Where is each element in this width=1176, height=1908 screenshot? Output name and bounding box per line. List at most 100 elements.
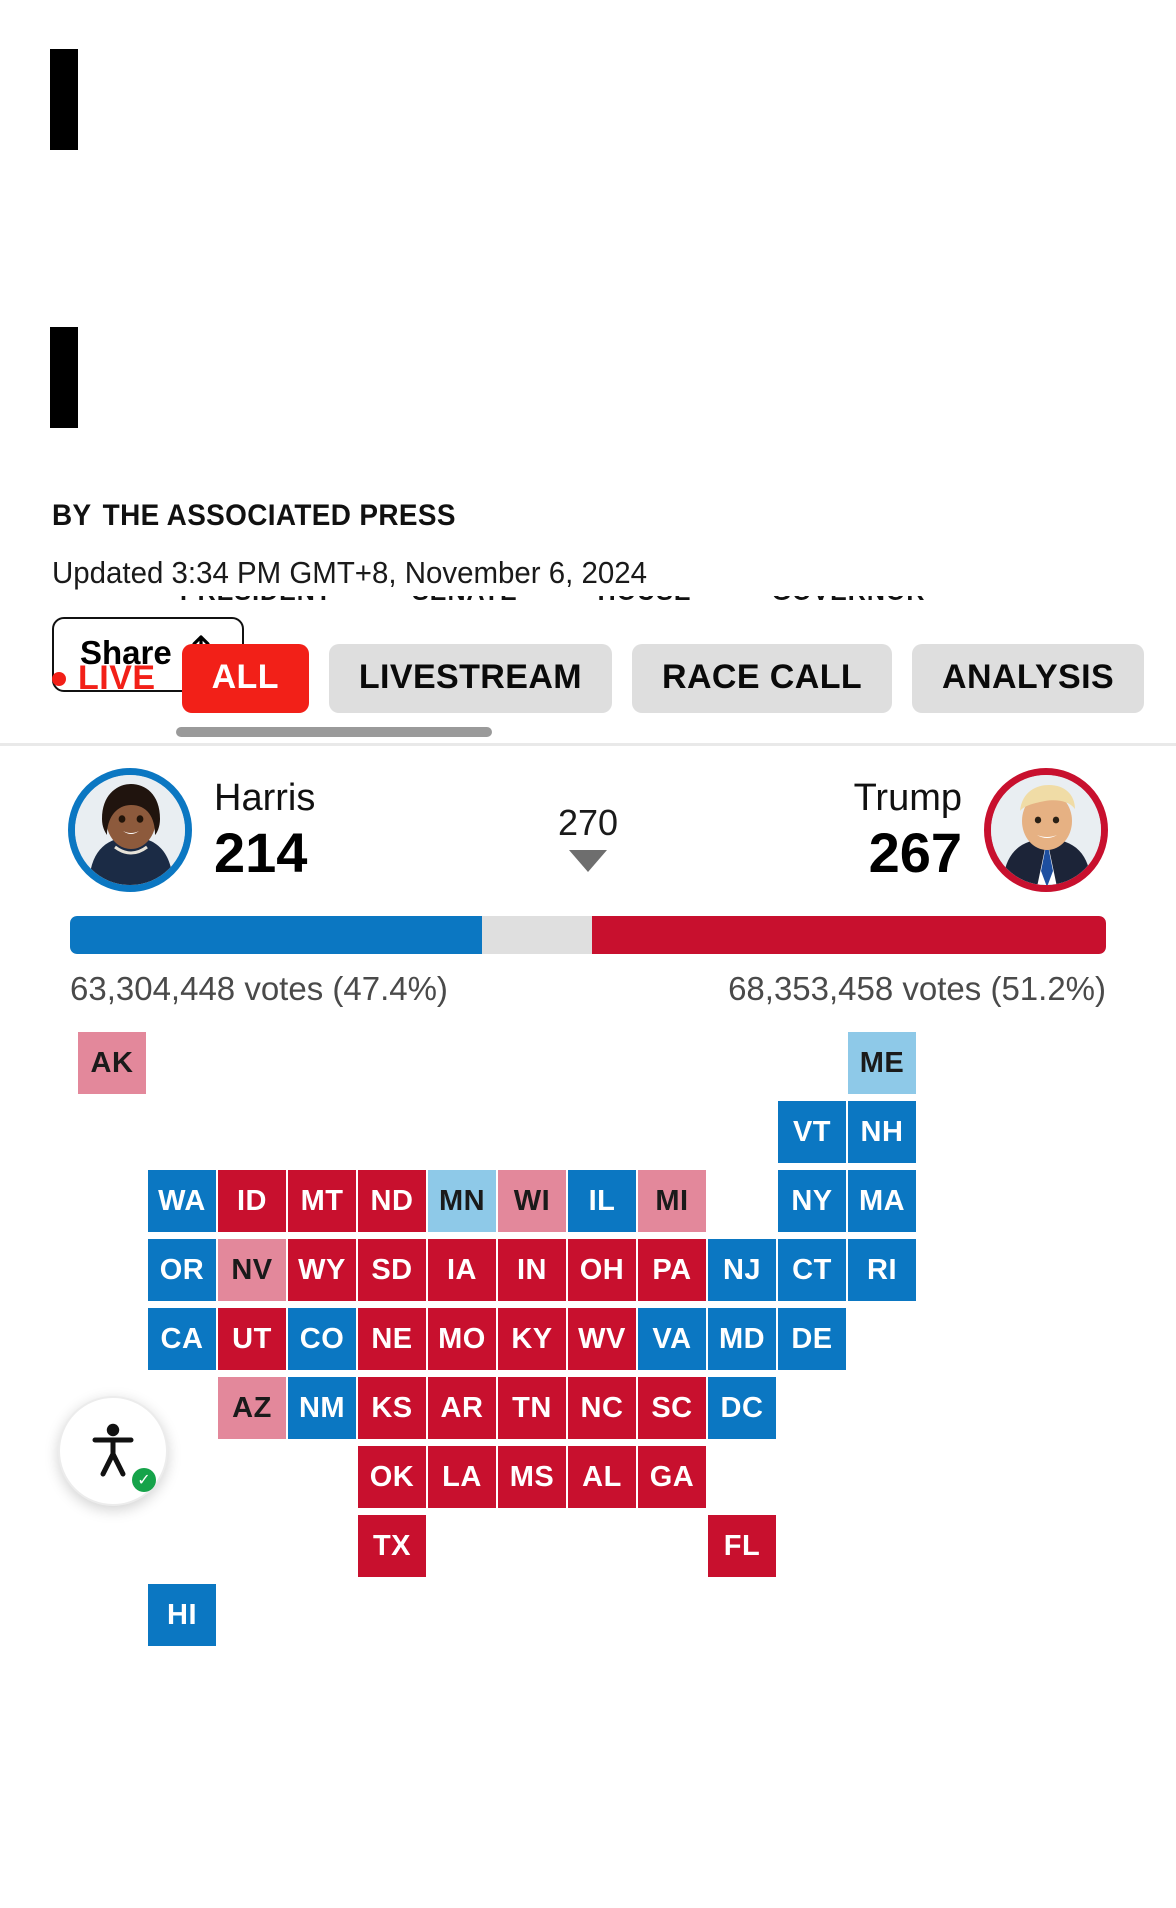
state-tile-az[interactable]: AZ <box>218 1377 286 1439</box>
state-tile-nv[interactable]: NV <box>218 1239 286 1301</box>
state-tile-vt[interactable]: VT <box>778 1101 846 1163</box>
candidate-harris[interactable]: Harris 214 <box>68 768 315 892</box>
race-tab-president[interactable]: PRESIDENT <box>180 596 332 607</box>
state-tile-tx[interactable]: TX <box>358 1515 426 1577</box>
state-tile-label: FL <box>723 1529 761 1562</box>
byline-prefix: BY <box>52 498 92 532</box>
state-tile-label: AK <box>90 1046 134 1079</box>
threshold-arrow-icon <box>569 850 607 872</box>
state-tile-label: NM <box>298 1391 346 1424</box>
state-tile-or[interactable]: OR <box>148 1239 216 1301</box>
state-tile-il[interactable]: IL <box>568 1170 636 1232</box>
state-tile-ia[interactable]: IA <box>428 1239 496 1301</box>
state-tile-label: WI <box>513 1184 551 1217</box>
state-tile-al[interactable]: AL <box>568 1446 636 1508</box>
state-tile-ky[interactable]: KY <box>498 1308 566 1370</box>
state-tile-label: OR <box>159 1253 205 1286</box>
page-title: Live election updates: Trump wins Pennsly… <box>50 49 1126 429</box>
state-tile-pa[interactable]: PA <box>638 1239 706 1301</box>
article-page: Live election updates: Trump wins Pennsly… <box>0 0 1176 1908</box>
state-tile-ga[interactable]: GA <box>638 1446 706 1508</box>
state-tile-dc[interactable]: DC <box>708 1377 776 1439</box>
state-tile-label: NY <box>791 1184 833 1217</box>
race-tab-house[interactable]: HOUSE <box>598 596 692 607</box>
state-tile-label: NH <box>860 1115 904 1148</box>
race-tab-senate[interactable]: SENATE <box>412 596 518 607</box>
state-tile-label: ID <box>237 1184 267 1217</box>
state-tile-wi[interactable]: WI <box>498 1170 566 1232</box>
state-tile-ok[interactable]: OK <box>358 1446 426 1508</box>
electoral-bar-trump <box>591 916 1106 954</box>
state-tile-tn[interactable]: TN <box>498 1377 566 1439</box>
state-tile-in[interactable]: IN <box>498 1239 566 1301</box>
state-tile-label: MS <box>509 1460 555 1493</box>
state-tile-fl[interactable]: FL <box>708 1515 776 1577</box>
state-tile-label: DC <box>720 1391 764 1424</box>
filter-scrollbar[interactable] <box>52 727 1142 737</box>
state-tile-ct[interactable]: CT <box>778 1239 846 1301</box>
state-tile-ma[interactable]: MA <box>848 1170 916 1232</box>
state-tile-de[interactable]: DE <box>778 1308 846 1370</box>
state-tile-mn[interactable]: MN <box>428 1170 496 1232</box>
state-tile-hi[interactable]: HI <box>148 1584 216 1646</box>
state-tile-ar[interactable]: AR <box>428 1377 496 1439</box>
state-tile-wa[interactable]: WA <box>148 1170 216 1232</box>
state-tile-label: RI <box>867 1253 897 1286</box>
filter-all[interactable]: ALL <box>181 644 309 713</box>
state-tile-label: VA <box>652 1322 692 1355</box>
state-tile-label: MA <box>858 1184 906 1217</box>
state-tile-ne[interactable]: NE <box>358 1308 426 1370</box>
state-tile-nc[interactable]: NC <box>568 1377 636 1439</box>
accessibility-widget-button[interactable]: ✓ <box>58 1396 168 1506</box>
live-dot-icon <box>52 671 66 686</box>
state-tile-sc[interactable]: SC <box>638 1377 706 1439</box>
candidate-electoral-votes: 267 <box>868 821 962 884</box>
state-tile-label: MT <box>300 1184 344 1217</box>
state-tile-ri[interactable]: RI <box>848 1239 916 1301</box>
live-label: LIVE <box>78 659 156 697</box>
state-tile-label: HI <box>167 1598 197 1631</box>
state-tile-label: SD <box>371 1253 413 1286</box>
state-tile-nd[interactable]: ND <box>358 1170 426 1232</box>
byline: BY THE ASSOCIATED PRESS <box>52 499 1097 533</box>
state-tile-id[interactable]: ID <box>218 1170 286 1232</box>
electoral-bar-harris <box>70 916 483 954</box>
state-tile-label: UT <box>232 1322 272 1355</box>
state-tile-label: OK <box>369 1460 415 1493</box>
state-tile-ks[interactable]: KS <box>358 1377 426 1439</box>
state-tile-mo[interactable]: MO <box>428 1308 496 1370</box>
state-tile-ak[interactable]: AK <box>78 1032 146 1094</box>
headline-block: Live election updates: Trump wins Pennsly… <box>0 0 1176 429</box>
state-tile-sd[interactable]: SD <box>358 1239 426 1301</box>
state-tile-label: DE <box>791 1322 833 1355</box>
state-tile-mi[interactable]: MI <box>638 1170 706 1232</box>
filter-race-call[interactable]: RACE CALL <box>632 644 893 713</box>
state-tile-la[interactable]: LA <box>428 1446 496 1508</box>
candidate-trump[interactable]: Trump 267 <box>854 768 1108 892</box>
filter-scrollbar-thumb[interactable] <box>176 727 492 737</box>
state-tile-ms[interactable]: MS <box>498 1446 566 1508</box>
state-tile-oh[interactable]: OH <box>568 1239 636 1301</box>
state-tile-ca[interactable]: CA <box>148 1308 216 1370</box>
state-tile-ny[interactable]: NY <box>778 1170 846 1232</box>
state-tile-nj[interactable]: NJ <box>708 1239 776 1301</box>
race-tab-governor[interactable]: GOVERNOR <box>772 596 926 607</box>
filter-analysis[interactable]: ANALYSIS <box>912 644 1145 713</box>
state-tile-wy[interactable]: WY <box>288 1239 356 1301</box>
state-tile-mt[interactable]: MT <box>288 1170 356 1232</box>
electoral-vote-bar <box>70 916 1106 954</box>
state-tile-label: NJ <box>722 1253 762 1286</box>
state-tile-co[interactable]: CO <box>288 1308 356 1370</box>
state-tile-label: WV <box>578 1322 626 1355</box>
state-tile-wv[interactable]: WV <box>568 1308 636 1370</box>
state-tile-nm[interactable]: NM <box>288 1377 356 1439</box>
state-tile-label: NC <box>580 1391 624 1424</box>
state-tile-md[interactable]: MD <box>708 1308 776 1370</box>
filter-livestream[interactable]: LIVESTREAM <box>328 644 612 713</box>
state-tile-nh[interactable]: NH <box>848 1101 916 1163</box>
state-tile-va[interactable]: VA <box>638 1308 706 1370</box>
state-tile-ut[interactable]: UT <box>218 1308 286 1370</box>
popular-vote-harris: 63,304,448 votes (47.4%) <box>70 970 448 1007</box>
state-tile-me[interactable]: ME <box>848 1032 916 1094</box>
state-tile-label: WA <box>158 1184 206 1217</box>
